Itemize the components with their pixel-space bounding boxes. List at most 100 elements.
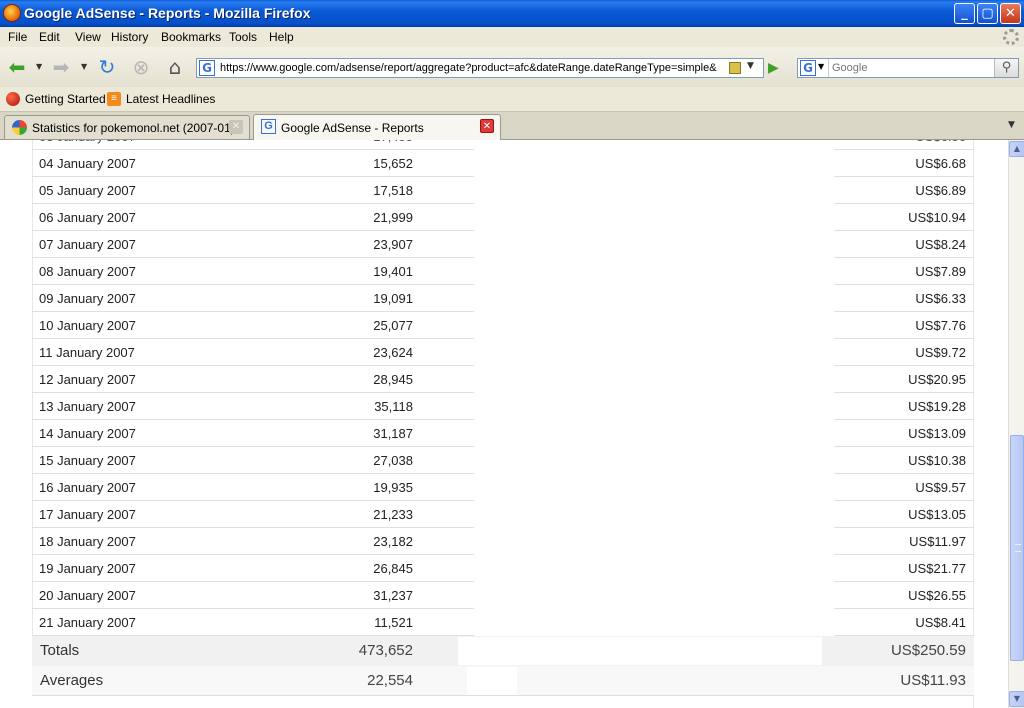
row-date: 05 January 2007 bbox=[39, 183, 136, 198]
row-earnings: US$6.33 bbox=[915, 291, 966, 306]
window-titlebar[interactable]: Google AdSense - Reports - Mozilla Firef… bbox=[0, 0, 1024, 27]
row-impressions: 11,521 bbox=[374, 615, 413, 630]
stop-icon[interactable]: ⊗ bbox=[128, 55, 154, 79]
row-date: 15 January 2007 bbox=[39, 453, 136, 468]
row-impressions: 27,038 bbox=[373, 453, 413, 468]
forward-arrow-icon[interactable]: ➡ bbox=[48, 55, 74, 79]
menu-view[interactable]: View bbox=[75, 30, 101, 44]
tab-label: Statistics for pokemonol.net (2007-01) bbox=[32, 121, 235, 135]
row-earnings: US$13.05 bbox=[908, 507, 966, 522]
row-date: 10 January 2007 bbox=[39, 318, 136, 333]
blank-cell bbox=[458, 637, 822, 665]
tab-label: Google AdSense - Reports bbox=[281, 121, 424, 135]
row-date: 16 January 2007 bbox=[39, 480, 136, 495]
row-earnings: US$19.28 bbox=[908, 399, 966, 414]
activity-throbber-icon bbox=[1003, 29, 1019, 45]
minimize-button[interactable]: _ bbox=[954, 3, 975, 24]
grip-icon bbox=[1015, 544, 1021, 552]
close-window-button[interactable]: ✕ bbox=[1000, 3, 1021, 24]
google-favicon-icon: G bbox=[261, 119, 276, 134]
table-row: 21 January 2007 11,521 US$8.41 bbox=[32, 609, 974, 636]
row-date: 18 January 2007 bbox=[39, 534, 136, 549]
row-date: 19 January 2007 bbox=[39, 561, 136, 576]
forward-history-dropdown-icon[interactable]: ▼ bbox=[81, 62, 87, 71]
table-row: 14 January 2007 31,187 US$13.09 bbox=[32, 420, 974, 447]
tab-adsense-reports[interactable]: G Google AdSense - Reports ✕ bbox=[253, 114, 501, 140]
row-impressions: 28,945 bbox=[373, 372, 413, 387]
secure-lock-icon[interactable] bbox=[729, 62, 741, 74]
table-row: 18 January 2007 23,182 US$11.97 bbox=[32, 528, 974, 555]
scrollbar-thumb[interactable] bbox=[1010, 435, 1024, 661]
back-history-dropdown-icon[interactable]: ▼ bbox=[36, 62, 42, 71]
row-date: 08 January 2007 bbox=[39, 264, 136, 279]
address-url[interactable]: https://www.google.com/adsense/report/ag… bbox=[220, 62, 725, 74]
awstats-favicon-icon bbox=[12, 120, 27, 135]
table-row: 16 January 2007 19,935 US$9.57 bbox=[32, 474, 974, 501]
scroll-down-arrow-icon[interactable]: ▼ bbox=[1009, 691, 1024, 707]
row-impressions: 19,091 bbox=[373, 291, 413, 306]
window-title: Google AdSense - Reports - Mozilla Firef… bbox=[24, 5, 311, 21]
table-row: 12 January 2007 28,945 US$20.95 bbox=[32, 366, 974, 393]
row-impressions: 21,233 bbox=[373, 507, 413, 522]
totals-label: Totals bbox=[40, 642, 80, 659]
row-earnings: US$13.09 bbox=[908, 426, 966, 441]
row-date: 06 January 2007 bbox=[39, 210, 136, 225]
row-earnings: US$26.55 bbox=[908, 588, 966, 603]
close-tab-icon[interactable]: ✕ bbox=[480, 119, 494, 133]
navigation-toolbar: ⬅ ▼ ➡ ▼ ↻ ⊗ ⌂ G https://www.google.com/a… bbox=[0, 47, 1024, 87]
totals-earnings: US$250.59 bbox=[890, 642, 966, 659]
bookmark-getting-started[interactable]: Getting Started bbox=[6, 92, 106, 106]
averages-impressions: 22,554 bbox=[367, 672, 413, 689]
row-date: 12 January 2007 bbox=[39, 372, 136, 387]
report-table: 03 January 2007 17,455 US$6.56 04 Januar… bbox=[32, 140, 974, 696]
menu-history[interactable]: History bbox=[111, 30, 148, 44]
menu-edit[interactable]: Edit bbox=[39, 30, 60, 44]
scroll-up-arrow-icon[interactable]: ▲ bbox=[1009, 141, 1024, 157]
table-row: 08 January 2007 19,401 US$7.89 bbox=[32, 258, 974, 285]
close-tab-icon[interactable]: ✕ bbox=[229, 120, 243, 134]
address-bar[interactable]: G https://www.google.com/adsense/report/… bbox=[196, 58, 764, 78]
row-impressions: 19,401 bbox=[373, 264, 413, 279]
search-engine-icon[interactable]: G bbox=[800, 60, 816, 76]
row-impressions: 15,652 bbox=[373, 156, 413, 171]
url-history-dropdown-icon[interactable]: ▼ bbox=[747, 61, 754, 71]
row-earnings: US$6.89 bbox=[915, 183, 966, 198]
table-row: 15 January 2007 27,038 US$10.38 bbox=[32, 447, 974, 474]
search-engine-dropdown-icon[interactable]: ▼ bbox=[818, 62, 824, 71]
row-earnings: US$20.95 bbox=[908, 372, 966, 387]
row-date: 21 January 2007 bbox=[39, 615, 136, 630]
tab-statistics[interactable]: Statistics for pokemonol.net (2007-01) ✕ bbox=[4, 115, 250, 139]
table-row: 20 January 2007 31,237 US$26.55 bbox=[32, 582, 974, 609]
site-favicon-icon: G bbox=[199, 60, 215, 76]
search-icon[interactable]: ⚲ bbox=[994, 59, 1018, 77]
bookmark-label: Latest Headlines bbox=[126, 92, 216, 106]
search-bar: G ▼ ⚲ bbox=[797, 58, 1019, 78]
table-row: 11 January 2007 23,624 US$9.72 bbox=[32, 339, 974, 366]
vertical-scrollbar[interactable]: ▲ ▼ bbox=[1008, 140, 1024, 708]
bookmark-latest-headlines[interactable]: ≡ Latest Headlines bbox=[107, 92, 215, 106]
menu-help[interactable]: Help bbox=[269, 30, 294, 44]
row-impressions: 19,935 bbox=[373, 480, 413, 495]
row-earnings: US$6.68 bbox=[915, 156, 966, 171]
reload-icon[interactable]: ↻ bbox=[94, 55, 120, 79]
page-content: 03 January 2007 17,455 US$6.56 04 Januar… bbox=[0, 140, 1008, 708]
row-earnings: US$11.97 bbox=[909, 534, 966, 549]
home-icon[interactable]: ⌂ bbox=[162, 55, 188, 79]
tab-list-dropdown-icon[interactable]: ▼ bbox=[1008, 120, 1015, 130]
row-earnings: US$7.89 bbox=[915, 264, 966, 279]
rss-feed-icon: ≡ bbox=[107, 92, 121, 106]
maximize-button[interactable]: ▢ bbox=[977, 3, 998, 24]
table-row: 19 January 2007 26,845 US$21.77 bbox=[32, 555, 974, 582]
row-impressions: 31,237 bbox=[373, 588, 413, 603]
row-date: 17 January 2007 bbox=[39, 507, 136, 522]
back-arrow-icon[interactable]: ⬅ bbox=[4, 55, 30, 79]
menu-tools[interactable]: Tools bbox=[229, 30, 257, 44]
bookmark-label: Getting Started bbox=[25, 92, 106, 106]
menu-bookmarks[interactable]: Bookmarks bbox=[161, 30, 221, 44]
menu-file[interactable]: File bbox=[8, 30, 27, 44]
row-earnings: US$8.41 bbox=[915, 615, 966, 630]
go-arrow-icon[interactable]: ▶ bbox=[768, 60, 779, 76]
search-input[interactable] bbox=[828, 59, 991, 77]
averages-row: Averages 22,554 US$11.93 bbox=[32, 666, 974, 696]
row-impressions: 17,518 bbox=[373, 183, 413, 198]
